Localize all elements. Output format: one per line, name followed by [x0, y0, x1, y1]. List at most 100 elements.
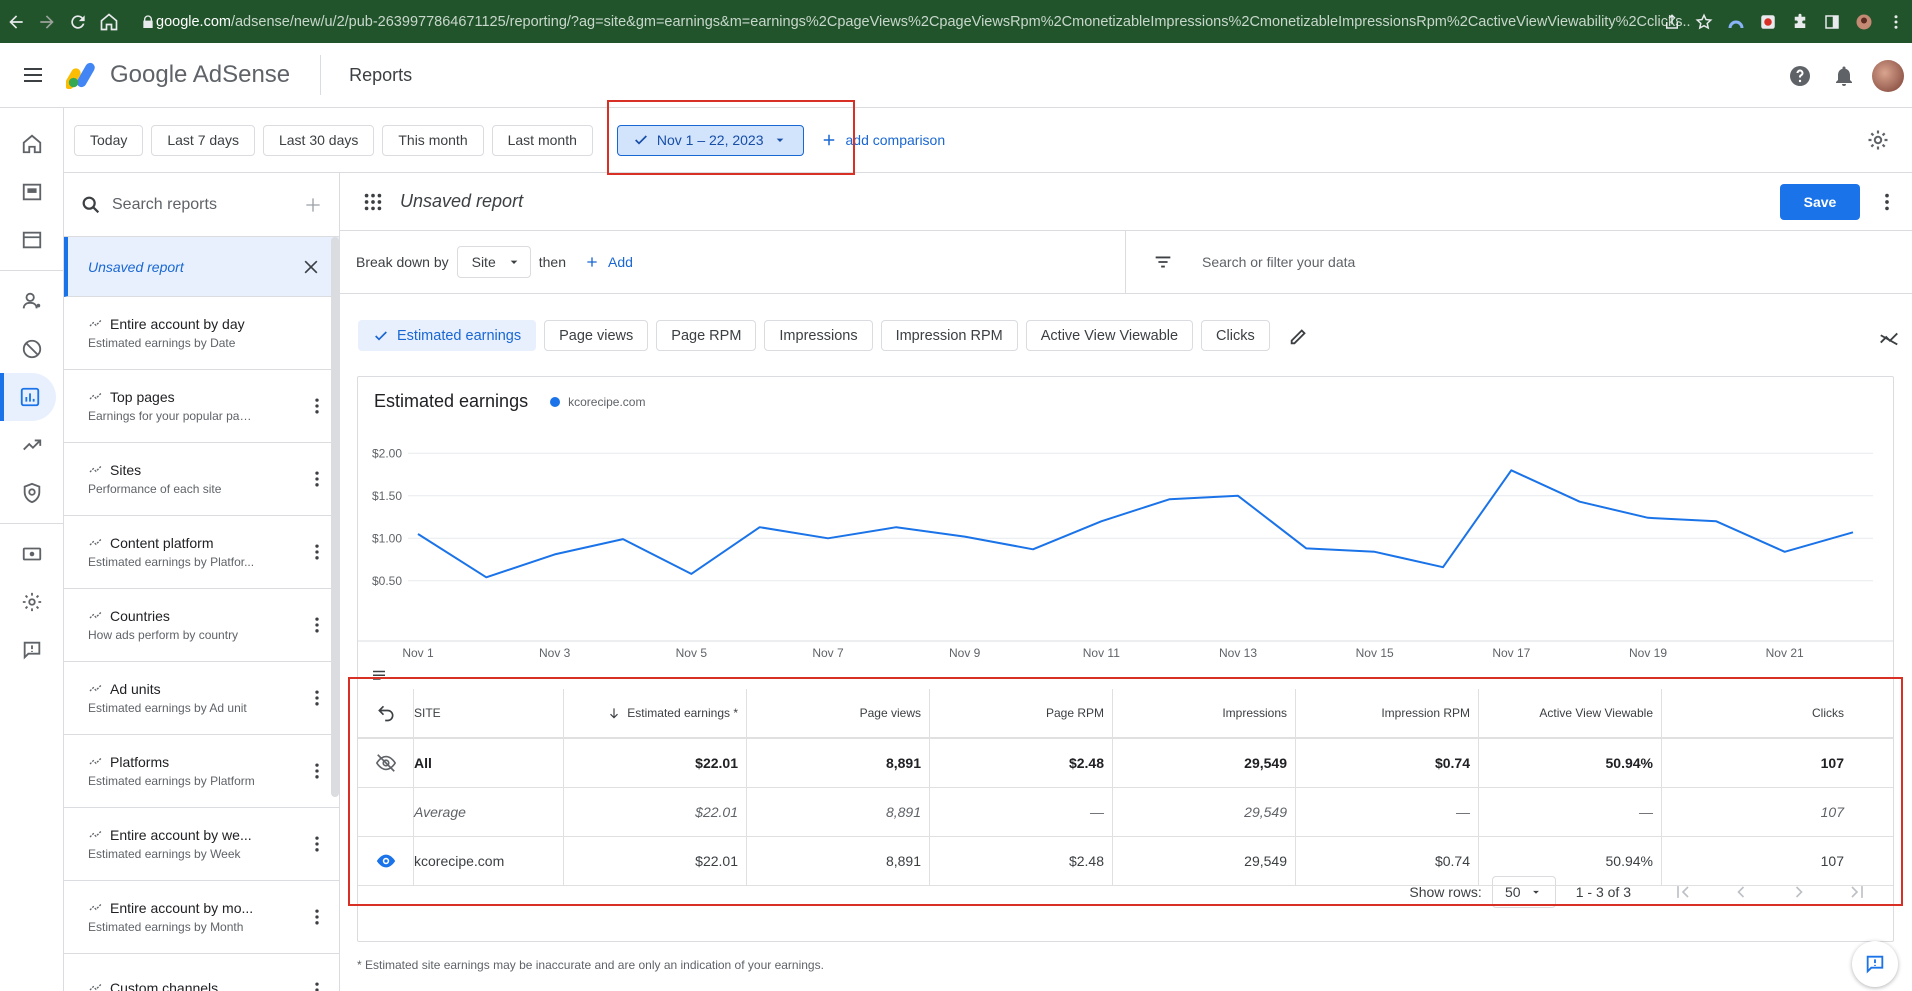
sidebar-report-item[interactable]: Custom channels [64, 954, 339, 991]
sidebar-report-item[interactable]: Entire account by day Estimated earnings … [64, 297, 339, 370]
column-header-site[interactable]: SITE [414, 689, 564, 737]
sites-icon[interactable] [0, 168, 64, 216]
sidebar-report-item[interactable]: Top pages Earnings for your popular pages [64, 370, 339, 443]
policy-center-icon[interactable] [0, 469, 64, 517]
table-cell: 8,891 [747, 739, 930, 787]
search-reports[interactable]: Search reports [64, 173, 339, 237]
settings-gear-icon[interactable] [0, 578, 64, 626]
more-vert-icon[interactable] [307, 469, 327, 489]
optimization-trending-icon[interactable] [0, 421, 64, 469]
date-chip-this-month[interactable]: This month [382, 124, 484, 156]
account-sharing-icon[interactable] [0, 277, 64, 325]
date-chip-last-7-days[interactable]: Last 7 days [151, 124, 255, 156]
sidebar-report-item[interactable]: Entire account by mo... Estimated earning… [64, 881, 339, 954]
metric-chip-page-rpm[interactable]: Page RPM [656, 320, 757, 351]
more-vert-icon[interactable] [1876, 191, 1898, 213]
rows-per-page-select[interactable]: 50 [1491, 876, 1556, 908]
date-range-picker[interactable]: Nov 1 – 22, 2023 [616, 124, 804, 156]
more-vert-icon[interactable] [307, 761, 327, 781]
report-sparkline-icon [89, 684, 102, 692]
home-button[interactable] [93, 0, 124, 43]
notifications-bell-icon[interactable] [1822, 43, 1866, 108]
feedback-icon[interactable] [0, 626, 64, 674]
share-icon[interactable] [1656, 0, 1688, 43]
more-vert-icon[interactable] [307, 615, 327, 635]
column-header-estimated-earnings[interactable]: Estimated earnings * [564, 689, 747, 737]
more-vert-icon[interactable] [307, 980, 327, 991]
profile-icon[interactable] [1848, 0, 1880, 43]
avatar[interactable] [1872, 59, 1904, 92]
metric-chip-impression-rpm[interactable]: Impression RPM [880, 320, 1018, 351]
date-chip-last-30-days[interactable]: Last 30 days [262, 124, 375, 156]
metric-chip-active-view-viewable[interactable]: Active View Viewable [1025, 320, 1194, 351]
sidebar-report-item[interactable]: Platforms Estimated earnings by Platform [64, 735, 339, 808]
first-page-icon[interactable] [1659, 882, 1707, 902]
reports-icon[interactable] [0, 373, 56, 421]
extension-red-icon[interactable] [1752, 0, 1784, 43]
date-chip-last-month[interactable]: Last month [491, 124, 593, 156]
apps-grid-icon[interactable] [362, 191, 384, 213]
more-vert-icon[interactable] [307, 907, 327, 927]
report-item-title-row: Custom channels [88, 980, 218, 991]
column-header-impressions[interactable]: Impressions [1113, 689, 1296, 737]
edit-pencil-icon[interactable] [1288, 325, 1310, 347]
puzzle-icon[interactable] [1784, 0, 1816, 43]
close-icon[interactable] [301, 257, 321, 277]
report-title[interactable]: Unsaved report [400, 191, 523, 212]
feedback-chat-button[interactable] [1852, 941, 1898, 987]
page-title: Reports [349, 64, 413, 85]
prev-page-icon[interactable] [1717, 882, 1765, 902]
payments-icon[interactable] [0, 530, 64, 578]
more-vert-icon[interactable] [307, 688, 327, 708]
more-vert-icon[interactable] [307, 834, 327, 854]
add-dimension-button[interactable]: Add [584, 254, 633, 270]
new-report-plus-icon[interactable] [303, 195, 323, 215]
ads-icon[interactable] [0, 216, 64, 264]
column-header-page-views[interactable]: Page views [747, 689, 930, 737]
metric-chip-clicks[interactable]: Clicks [1201, 320, 1270, 351]
forward-button[interactable] [31, 0, 62, 43]
next-page-icon[interactable] [1775, 882, 1823, 902]
adsense-logo[interactable]: Google AdSense [66, 61, 290, 89]
reload-button[interactable] [62, 0, 93, 43]
more-vert-icon[interactable] [307, 396, 327, 416]
help-icon[interactable] [1778, 43, 1822, 108]
hamburger-menu-icon[interactable] [0, 43, 66, 108]
reset-columns-undo-icon[interactable] [358, 689, 414, 737]
sidebar-report-item[interactable]: Countries How ads perform by country [64, 589, 339, 662]
sidebar-report-item[interactable]: Entire account by we... Estimated earning… [64, 808, 339, 881]
column-header-clicks[interactable]: Clicks [1662, 689, 1852, 737]
back-button[interactable] [0, 0, 31, 43]
sidebar-report-item[interactable]: Ad units Estimated earnings by Ad unit [64, 662, 339, 735]
last-page-icon[interactable] [1833, 882, 1881, 902]
address-bar[interactable]: google.com/adsense/new/u/2/pub-263997786… [136, 6, 1692, 37]
report-item-title-row: Entire account by day [88, 316, 245, 332]
save-button[interactable]: Save [1780, 184, 1860, 220]
add-comparison-button[interactable]: add comparison [820, 131, 945, 149]
filter-search-input[interactable]: Search or filter your data [1125, 231, 1912, 293]
sidebar-scrollbar[interactable] [331, 237, 339, 797]
visibility-off-icon[interactable] [358, 739, 414, 787]
date-chip-today[interactable]: Today [74, 124, 144, 156]
column-header-impression-rpm[interactable]: Impression RPM [1296, 689, 1479, 737]
column-header-active-view-viewable[interactable]: Active View Viewable [1479, 689, 1662, 737]
more-vert-icon[interactable] [307, 542, 327, 562]
star-icon[interactable] [1688, 0, 1720, 43]
sidebar-item-unsaved-report[interactable]: Unsaved report [64, 237, 339, 297]
home-icon[interactable] [0, 120, 64, 168]
block-controls-icon[interactable] [0, 325, 64, 373]
chart-legend[interactable]: kcorecipe.com [550, 395, 645, 409]
chart-toggle-trend-icon[interactable] [1878, 327, 1900, 349]
sidebar-report-item[interactable]: Sites Performance of each site [64, 443, 339, 516]
chart-legend-toggle-icon[interactable] [370, 667, 388, 685]
sidebar-report-item[interactable]: Content platform Estimated earnings by Pl… [64, 516, 339, 589]
extension-arc-icon[interactable] [1720, 0, 1752, 43]
metric-chip-impressions[interactable]: Impressions [764, 320, 873, 351]
column-header-page-rpm[interactable]: Page RPM [930, 689, 1113, 737]
metric-chip-estimated-earnings[interactable]: Estimated earnings [358, 320, 537, 351]
sidepanel-icon[interactable] [1816, 0, 1848, 43]
breakdown-dimension-select[interactable]: Site [456, 246, 531, 278]
kebab-menu-icon[interactable] [1880, 0, 1912, 43]
report-settings-gear-icon[interactable] [1866, 128, 1890, 152]
metric-chip-page-views[interactable]: Page views [544, 320, 649, 351]
